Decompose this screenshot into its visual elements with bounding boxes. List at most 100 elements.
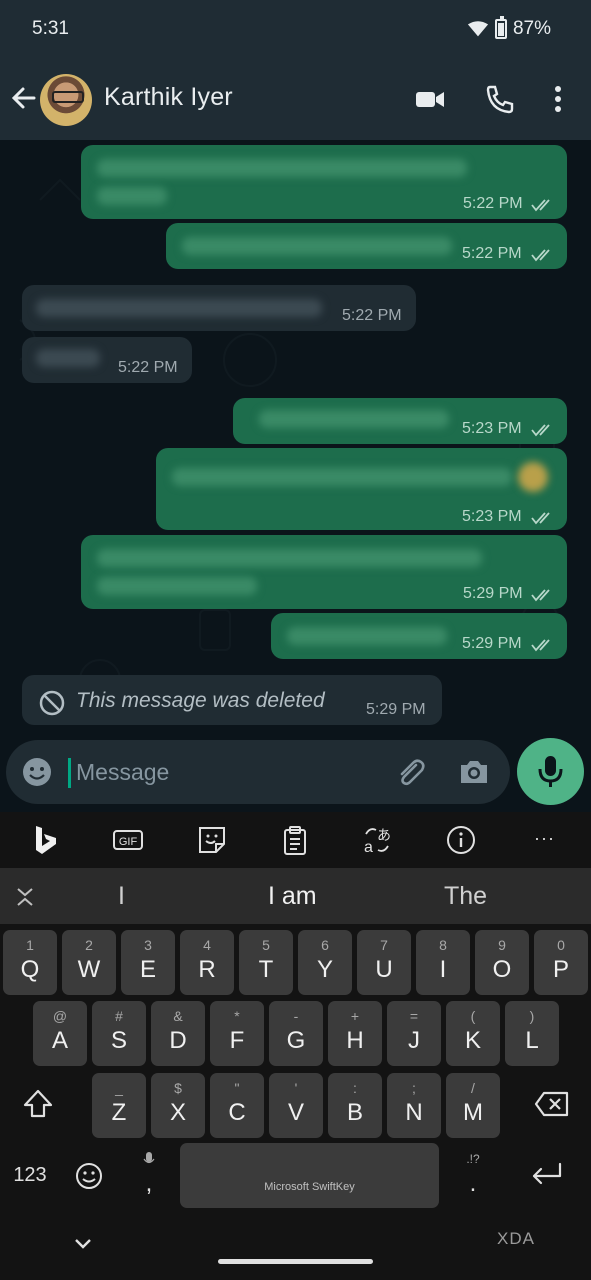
key-q[interactable]: 1Q <box>3 930 57 995</box>
back-arrow-icon[interactable] <box>10 84 38 112</box>
message-text-redacted <box>182 237 452 255</box>
deleted-message-text: This message was deleted <box>76 689 325 712</box>
message-time: 5:22 PM <box>342 307 402 324</box>
message-time: 5:29 PM <box>462 635 522 652</box>
chat-area[interactable]: 5:22 PM 5:22 PM 5:22 PM 5:22 PM 5:23 PM … <box>0 140 591 812</box>
message-text-redacted <box>287 627 447 645</box>
more-options-icon[interactable] <box>543 83 573 115</box>
key-b[interactable]: :B <box>328 1073 382 1138</box>
battery-percent: 87% <box>512 18 551 39</box>
home-indicator[interactable] <box>218 1259 373 1264</box>
key-f[interactable]: * F <box>210 1001 264 1066</box>
message-bubble-outgoing[interactable]: 5:23 PM <box>233 398 567 444</box>
key-m[interactable]: / M <box>446 1073 500 1138</box>
message-bubble-incoming[interactable]: 5:22 PM <box>22 285 416 331</box>
key-s[interactable]: # S <box>92 1001 146 1066</box>
enter-icon[interactable] <box>530 1162 564 1188</box>
comma-key[interactable]: , <box>134 1152 164 1202</box>
svg-text:あ: あ <box>377 828 391 844</box>
key-g[interactable]: -G <box>269 1001 323 1066</box>
space-bar[interactable]: Microsoft SwiftKey <box>180 1143 439 1208</box>
period-key[interactable]: .!? . <box>458 1152 488 1202</box>
hide-keyboard-icon[interactable] <box>72 1236 94 1252</box>
key-t[interactable]: 5T <box>239 930 293 995</box>
translate-icon[interactable]: a あ <box>362 824 394 856</box>
message-bubble-outgoing[interactable]: 5:29 PM <box>271 613 567 659</box>
message-text-redacted <box>97 159 467 177</box>
suggestion-item[interactable]: I am <box>268 882 317 911</box>
sticker-icon[interactable] <box>196 824 228 856</box>
camera-icon[interactable] <box>458 757 490 787</box>
key-a[interactable]: @ A <box>33 1001 87 1066</box>
key-y[interactable]: 6Y <box>298 930 352 995</box>
message-time: 5:23 PM <box>462 420 522 437</box>
key-w[interactable]: 2W <box>62 930 116 995</box>
read-receipt-icon <box>531 589 550 602</box>
bing-icon[interactable] <box>30 824 62 856</box>
svg-text:GIF: GIF <box>119 836 138 848</box>
backspace-icon[interactable] <box>534 1090 570 1118</box>
clipboard-icon[interactable] <box>279 824 311 856</box>
suggestion-item[interactable]: The <box>444 882 487 911</box>
message-time: 5:29 PM <box>463 585 523 602</box>
message-time: 5:29 PM <box>366 701 426 718</box>
numbers-key[interactable]: 123 <box>8 1164 52 1187</box>
info-icon[interactable] <box>445 824 477 856</box>
key-p[interactable]: 0P <box>534 930 588 995</box>
keyboard: 1Q 2W 3E 4R 5T 6Y 7U 8I 9O 0P @ A # S & D *… <box>0 924 591 1280</box>
key-u[interactable]: 7U <box>357 930 411 995</box>
deleted-message-bubble[interactable]: This message was deleted 5:29 PM <box>22 675 442 725</box>
status-bar: 5:31 87% <box>0 0 591 58</box>
collapse-icon[interactable] <box>14 886 36 908</box>
message-time: 5:22 PM <box>463 195 523 212</box>
emoji-key-icon[interactable] <box>75 1162 103 1190</box>
key-v[interactable]: ' V <box>269 1073 323 1138</box>
key-e[interactable]: 3E <box>121 930 175 995</box>
attachment-icon[interactable] <box>394 756 428 790</box>
key-j[interactable]: = J <box>387 1001 441 1066</box>
message-text-redacted <box>172 468 512 486</box>
message-text-redacted <box>36 349 100 367</box>
message-input[interactable] <box>76 752 376 792</box>
read-receipt-icon <box>531 249 550 262</box>
emoji-icon[interactable] <box>22 757 52 787</box>
voice-call-icon[interactable] <box>484 83 516 115</box>
key-o[interactable]: 9O <box>475 930 529 995</box>
emoji-redacted <box>518 462 548 492</box>
key-k[interactable]: (K <box>446 1001 500 1066</box>
key-c[interactable]: " C <box>210 1073 264 1138</box>
keyboard-toolbar: GIF a あ ··· <box>0 812 591 868</box>
video-call-icon[interactable] <box>414 83 446 115</box>
read-receipt-icon <box>531 424 550 437</box>
gif-icon[interactable]: GIF <box>112 824 144 856</box>
message-time: 5:22 PM <box>118 359 178 376</box>
mic-small-icon <box>143 1152 155 1164</box>
key-h[interactable]: + H <box>328 1001 382 1066</box>
wifi-icon <box>467 21 489 37</box>
message-bubble-outgoing[interactable]: 5:23 PM <box>156 448 567 530</box>
more-icon[interactable]: ··· <box>534 828 555 849</box>
key-n[interactable]: ; N <box>387 1073 441 1138</box>
shift-icon[interactable] <box>22 1088 54 1120</box>
message-bubble-outgoing[interactable]: 5:22 PM <box>166 223 567 269</box>
contact-name[interactable]: Karthik Iyer <box>104 83 233 112</box>
message-bubble-outgoing[interactable]: 5:22 PM <box>81 145 567 219</box>
xda-watermark: XDA <box>497 1229 535 1248</box>
key-l[interactable]: ) L <box>505 1001 559 1066</box>
message-text-redacted <box>259 410 449 428</box>
key-x[interactable]: $ X <box>151 1073 205 1138</box>
key-d[interactable]: & D <box>151 1001 205 1066</box>
suggestion-strip: I I am The <box>0 868 591 924</box>
key-z[interactable]: _ Z <box>92 1073 146 1138</box>
message-bubble-incoming[interactable]: 5:22 PM <box>22 337 192 383</box>
read-receipt-icon <box>531 639 550 652</box>
contact-avatar[interactable] <box>40 74 92 126</box>
message-bubble-outgoing[interactable]: 5:29 PM <box>81 535 567 609</box>
message-text-redacted <box>97 549 482 567</box>
text-cursor <box>68 758 71 788</box>
voice-message-button[interactable] <box>517 738 584 805</box>
battery-icon <box>494 16 507 39</box>
key-r[interactable]: 4R <box>180 930 234 995</box>
suggestion-item[interactable]: I <box>118 882 125 911</box>
key-i[interactable]: 8I <box>416 930 470 995</box>
